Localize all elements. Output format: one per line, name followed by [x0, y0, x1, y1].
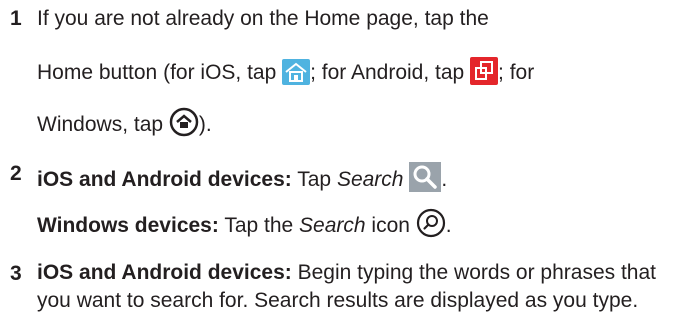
step-number-3: 3 — [10, 262, 22, 285]
step-1-text-a: Home button (for iOS, tap — [37, 61, 283, 84]
step-2-ios-text: Tap — [291, 168, 337, 191]
step-1-text-c: ; for — [498, 61, 535, 84]
step-2-ios-label: iOS and Android devices: — [37, 168, 292, 191]
step-3-paragraph: iOS and Android devices: Begin typing th… — [37, 259, 667, 315]
search-icon — [409, 162, 442, 198]
step-number-2: 2 — [10, 162, 22, 185]
step-1-line-1: If you are not already on the Home page,… — [37, 7, 489, 31]
step-number-1: 1 — [10, 7, 22, 30]
step-2-ios-end: . — [441, 168, 448, 191]
home-icon — [282, 59, 311, 91]
step-2-line-2: Windows devices: Tap the Search icon . — [37, 208, 452, 244]
step-1-text-b: ; for Android, tap — [310, 61, 471, 84]
windows-search-icon — [416, 208, 446, 244]
step-2-windows-label: Windows devices: — [37, 214, 219, 237]
step-2-windows-search-term: Search — [299, 214, 366, 237]
step-1-text-e: ). — [198, 113, 212, 136]
step-2-windows-text: Tap the — [218, 214, 300, 237]
step-3-label: iOS and Android devices: — [37, 261, 292, 284]
step-2-line-1: iOS and Android devices: Tap Search . — [37, 162, 447, 198]
step-2-windows-text-2: icon — [365, 214, 416, 237]
step-1-line-2: Home button (for iOS, tap ; for Android,… — [37, 57, 534, 91]
windows-home-icon — [169, 107, 199, 143]
step-1-text: If you are not already on the Home page,… — [37, 7, 489, 30]
step-2-ios-search-term: Search — [336, 168, 404, 191]
step-1-line-3: Windows, tap ). — [37, 107, 212, 143]
step-2-windows-end: . — [445, 214, 452, 237]
step-1-text-d: Windows, tap — [37, 113, 169, 136]
android-home-icon — [470, 57, 499, 91]
